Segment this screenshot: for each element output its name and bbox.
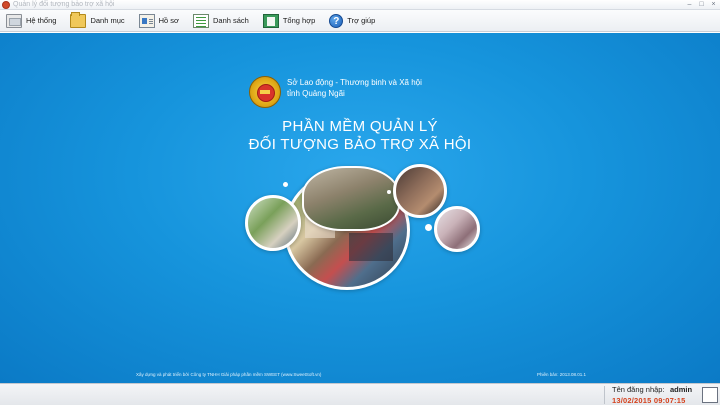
decor-dot (283, 182, 288, 187)
photo-bubble-right-small (434, 206, 480, 252)
window-controls: – □ × (685, 1, 718, 9)
toolbar-list-button[interactable]: Danh sách (191, 11, 255, 31)
app-title-line2: ĐỐI TƯỢNG BẢO TRỢ XÃ HỘI (248, 136, 472, 153)
toolbar-profile-label: Hồ sơ (158, 16, 179, 25)
toolbar-help-button[interactable]: ? Trợ giúp (327, 11, 381, 31)
toolbar-system-label: Hệ thống (26, 16, 57, 25)
title-bar: Quản lý đối tượng bảo trợ xã hội – □ × (0, 0, 720, 10)
decor-dot (425, 224, 432, 231)
minimize-button[interactable]: – (685, 1, 694, 9)
organization-province: tỉnh Quảng Ngãi (287, 89, 345, 98)
developer-credit: Xây dựng và phát triển bởi Công ty TNHH … (136, 372, 322, 377)
status-datetime: 13/02/2015 09:07:15 (612, 396, 686, 405)
toolbar-catalog-label: Danh mục (90, 16, 125, 25)
list-icon (192, 13, 209, 28)
app-icon (2, 1, 10, 9)
organization-name: Sở Lao động - Thương binh và Xã hội (287, 78, 422, 87)
close-button[interactable]: × (709, 1, 718, 9)
photo-bubble-left (245, 195, 301, 251)
app-title-line1: PHẦN MỀM QUẢN LÝ (282, 118, 438, 135)
status-bar: Tên đăng nhập: admin 13/02/2015 09:07:15 (0, 383, 720, 405)
status-panel-box[interactable] (702, 387, 718, 403)
login-label: Tên đăng nhập: (612, 385, 665, 394)
toolbar-report-button[interactable]: Tổng hợp (261, 11, 321, 31)
status-divider (604, 386, 605, 404)
window-title: Quản lý đối tượng bảo trợ xã hội (13, 1, 115, 8)
toolbar-catalog-button[interactable]: Danh mục (68, 11, 130, 31)
toolbar-list-label: Danh sách (212, 16, 249, 25)
toolbar-system-button[interactable]: Hệ thống (4, 11, 62, 31)
report-book-icon (262, 13, 279, 28)
toolbar-report-label: Tổng hợp (282, 16, 316, 25)
version-label: Phiên bản: 2013.08.01.1 (537, 372, 587, 377)
maximize-button[interactable]: □ (697, 1, 706, 9)
photo-collage-top (302, 166, 400, 231)
login-username: admin (670, 385, 693, 394)
main-toolbar: Hệ thống Danh mục Hồ sơ Danh sách Tổng h… (0, 10, 720, 32)
government-emblem-icon (249, 76, 281, 108)
folder-icon (70, 11, 87, 28)
splash-screen: Sở Lao động - Thương binh và Xã hội tỉnh… (0, 33, 720, 383)
toolbar-help-label: Trợ giúp (347, 16, 376, 25)
decor-dot (387, 190, 391, 194)
toolbar-profile-button[interactable]: Hồ sơ (137, 11, 185, 31)
photo-bubble-right (393, 164, 447, 218)
profile-card-icon (138, 13, 155, 28)
help-icon: ? (329, 13, 344, 28)
computer-icon (6, 13, 22, 28)
